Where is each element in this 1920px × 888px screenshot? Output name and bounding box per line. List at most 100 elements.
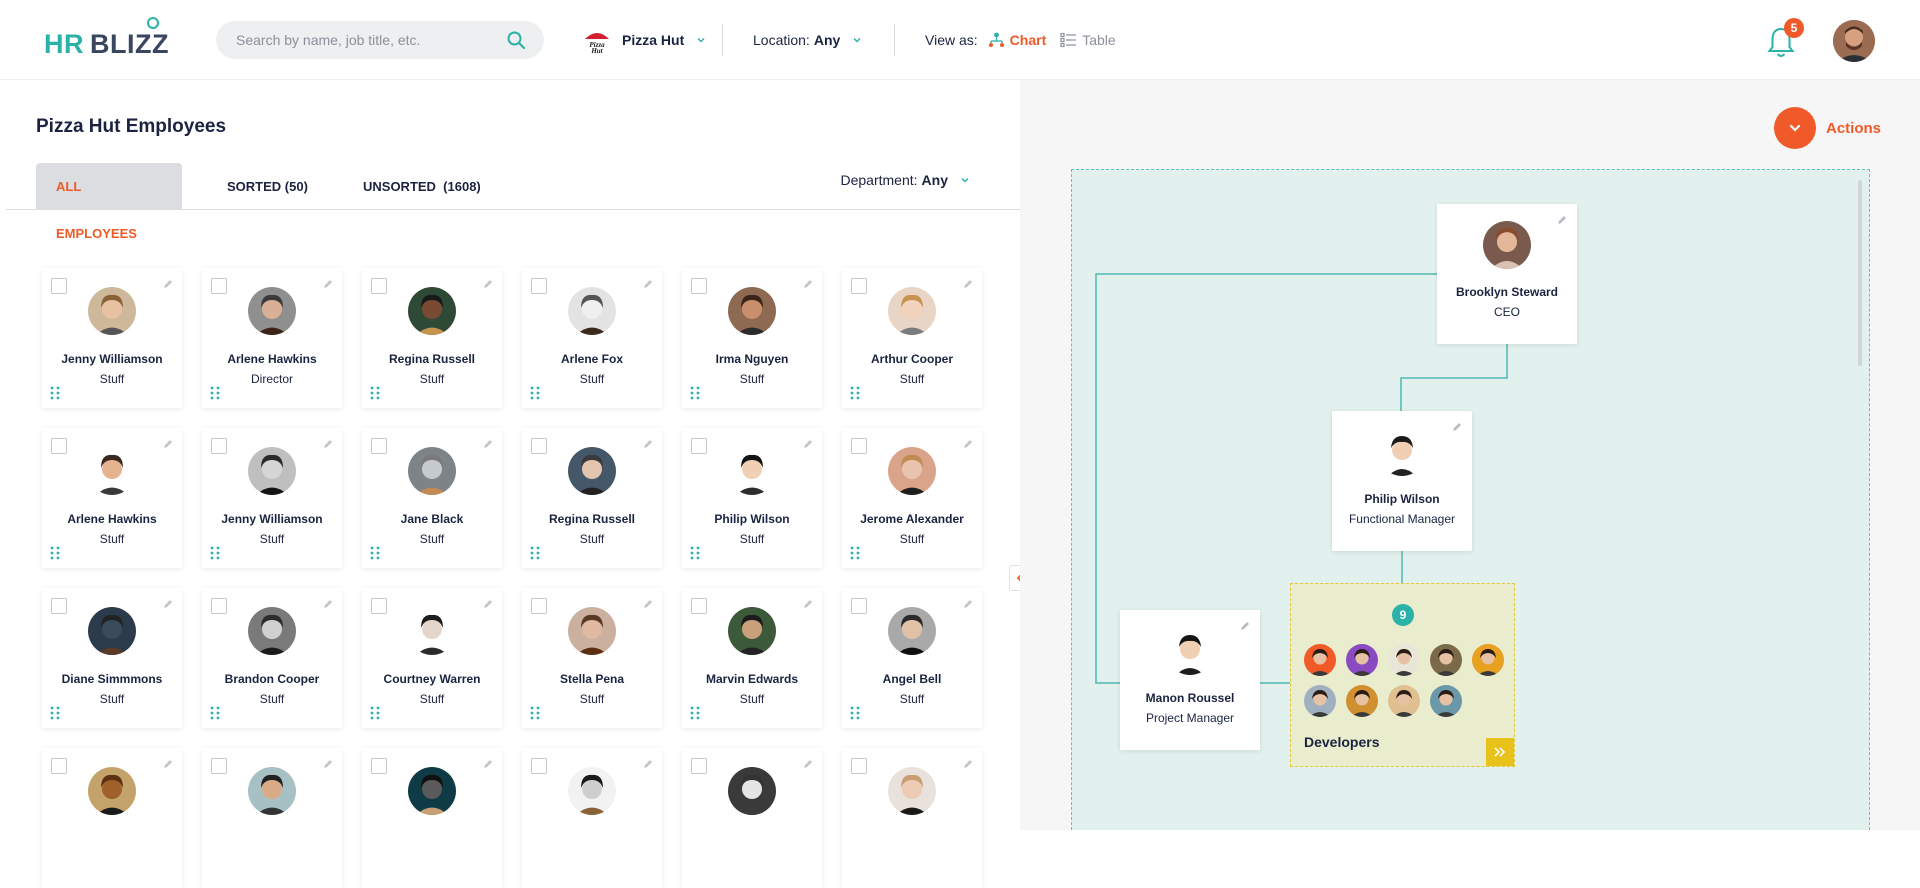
org-team-developers[interactable]: 9 Developers — [1290, 583, 1515, 767]
employee-card[interactable]: Regina Russell Stuff — [362, 268, 502, 408]
select-checkbox[interactable] — [371, 758, 387, 774]
drag-handle-icon[interactable] — [210, 386, 220, 400]
search-icon[interactable] — [506, 30, 526, 50]
pencil-icon[interactable] — [963, 759, 973, 769]
select-checkbox[interactable] — [51, 438, 67, 454]
select-checkbox[interactable] — [691, 278, 707, 294]
select-checkbox[interactable] — [691, 438, 707, 454]
employee-card[interactable] — [202, 748, 342, 888]
pencil-icon[interactable] — [323, 759, 333, 769]
drag-handle-icon[interactable] — [690, 386, 700, 400]
drag-handle-icon[interactable] — [850, 546, 860, 560]
select-checkbox[interactable] — [531, 758, 547, 774]
select-checkbox[interactable] — [851, 598, 867, 614]
drag-handle-icon[interactable] — [690, 706, 700, 720]
drag-handle-icon[interactable] — [50, 386, 60, 400]
drag-handle-icon[interactable] — [850, 386, 860, 400]
select-checkbox[interactable] — [211, 438, 227, 454]
employee-card[interactable]: Jerome Alexander Stuff — [842, 428, 982, 568]
company-selector[interactable]: Pizza Hut Pizza Hut — [582, 24, 706, 56]
pencil-icon[interactable] — [323, 599, 333, 609]
select-checkbox[interactable] — [211, 278, 227, 294]
org-node-functional-manager[interactable]: Philip Wilson Functional Manager — [1332, 411, 1472, 551]
view-chart-option[interactable]: Chart — [988, 32, 1046, 48]
pencil-icon[interactable] — [963, 279, 973, 289]
employee-card[interactable]: Angel Bell Stuff — [842, 588, 982, 728]
pencil-icon[interactable] — [323, 439, 333, 449]
drag-handle-icon[interactable] — [690, 546, 700, 560]
employee-card[interactable] — [842, 748, 982, 888]
employee-card[interactable]: Arlene Fox Stuff — [522, 268, 662, 408]
pencil-icon[interactable] — [163, 279, 173, 289]
select-checkbox[interactable] — [691, 758, 707, 774]
pencil-icon[interactable] — [963, 439, 973, 449]
pencil-icon[interactable] — [803, 439, 813, 449]
pencil-icon[interactable] — [483, 279, 493, 289]
pencil-icon[interactable] — [1240, 621, 1250, 631]
select-checkbox[interactable] — [211, 758, 227, 774]
employee-card[interactable] — [522, 748, 662, 888]
drag-handle-icon[interactable] — [850, 706, 860, 720]
pencil-icon[interactable] — [483, 439, 493, 449]
pencil-icon[interactable] — [643, 599, 653, 609]
select-checkbox[interactable] — [531, 278, 547, 294]
org-node-ceo[interactable]: Brooklyn Steward CEO — [1437, 204, 1577, 344]
pencil-icon[interactable] — [803, 599, 813, 609]
drag-handle-icon[interactable] — [50, 546, 60, 560]
department-filter[interactable]: Department: Any — [841, 172, 971, 188]
drag-handle-icon[interactable] — [530, 546, 540, 560]
user-avatar[interactable] — [1833, 20, 1875, 62]
employee-card[interactable]: Irma Nguyen Stuff — [682, 268, 822, 408]
select-checkbox[interactable] — [851, 438, 867, 454]
drag-handle-icon[interactable] — [210, 706, 220, 720]
employee-card[interactable]: Diane Simmmons Stuff — [42, 588, 182, 728]
employee-card[interactable]: Marvin Edwards Stuff — [682, 588, 822, 728]
pencil-icon[interactable] — [963, 599, 973, 609]
employee-card[interactable]: Arlene Hawkins Director — [202, 268, 342, 408]
pencil-icon[interactable] — [323, 279, 333, 289]
org-node-project-manager[interactable]: Manon Roussel Project Manager — [1120, 610, 1260, 750]
drag-handle-icon[interactable] — [530, 706, 540, 720]
employee-card[interactable]: Stella Pena Stuff — [522, 588, 662, 728]
select-checkbox[interactable] — [851, 278, 867, 294]
pencil-icon[interactable] — [803, 279, 813, 289]
expand-team-button[interactable] — [1486, 738, 1514, 766]
select-checkbox[interactable] — [531, 438, 547, 454]
employee-card[interactable]: Philip Wilson Stuff — [682, 428, 822, 568]
actions-button[interactable]: Actions — [1774, 107, 1881, 149]
employee-card[interactable] — [682, 748, 822, 888]
pencil-icon[interactable] — [1452, 422, 1462, 432]
select-checkbox[interactable] — [51, 278, 67, 294]
select-checkbox[interactable] — [371, 278, 387, 294]
employee-card[interactable]: Arlene Hawkins Stuff — [42, 428, 182, 568]
tab-all-employees[interactable]: ALL EMPLOYEES (1658) — [36, 163, 182, 288]
select-checkbox[interactable] — [691, 598, 707, 614]
drag-handle-icon[interactable] — [210, 546, 220, 560]
employee-card[interactable]: Brandon Cooper Stuff — [202, 588, 342, 728]
select-checkbox[interactable] — [531, 598, 547, 614]
pencil-icon[interactable] — [163, 599, 173, 609]
drag-handle-icon[interactable] — [50, 706, 60, 720]
pencil-icon[interactable] — [483, 759, 493, 769]
select-checkbox[interactable] — [51, 598, 67, 614]
drag-handle-icon[interactable] — [370, 706, 380, 720]
pencil-icon[interactable] — [163, 759, 173, 769]
employee-card[interactable]: Jenny Williamson Stuff — [202, 428, 342, 568]
view-table-option[interactable]: Table — [1060, 32, 1116, 48]
pencil-icon[interactable] — [483, 599, 493, 609]
employee-card[interactable] — [362, 748, 502, 888]
drag-handle-icon[interactable] — [370, 386, 380, 400]
canvas-scrollbar[interactable] — [1858, 180, 1862, 366]
employee-card[interactable]: Courtney Warren Stuff — [362, 588, 502, 728]
drag-handle-icon[interactable] — [530, 386, 540, 400]
pencil-icon[interactable] — [1557, 215, 1567, 225]
employee-card[interactable]: Jenny Williamson Stuff — [42, 268, 182, 408]
select-checkbox[interactable] — [371, 438, 387, 454]
pencil-icon[interactable] — [643, 439, 653, 449]
employee-card[interactable]: Regina Russell Stuff — [522, 428, 662, 568]
employee-card[interactable] — [42, 748, 182, 888]
pencil-icon[interactable] — [803, 759, 813, 769]
select-checkbox[interactable] — [851, 758, 867, 774]
employee-card[interactable]: Arthur Cooper Stuff — [842, 268, 982, 408]
select-checkbox[interactable] — [51, 758, 67, 774]
